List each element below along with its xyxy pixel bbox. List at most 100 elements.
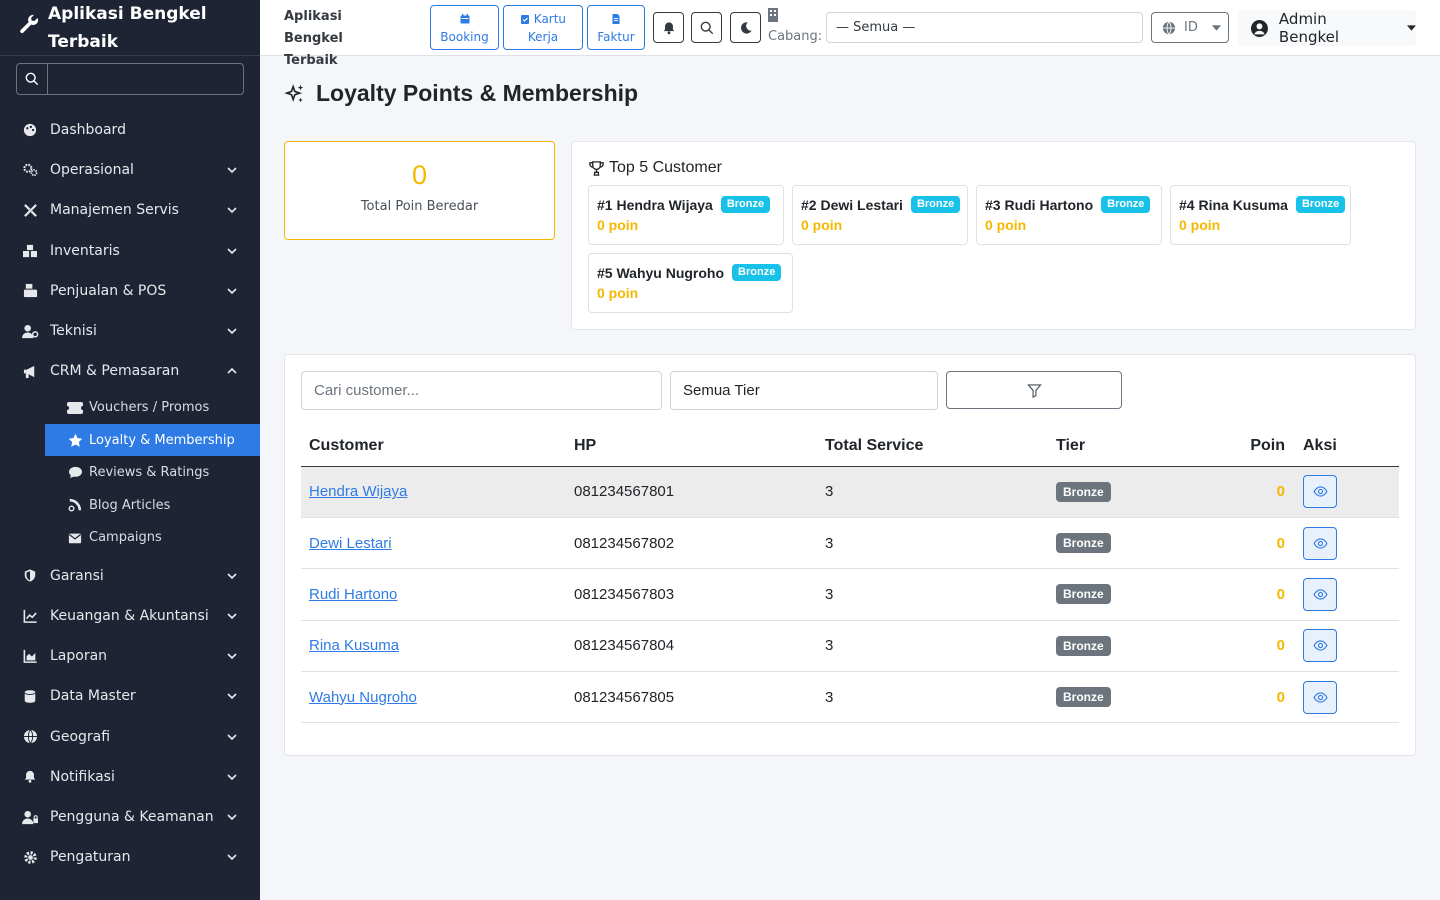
cell-poin: 0 [1168, 517, 1295, 570]
top-customer-points: 0 poin [597, 217, 639, 233]
top-customer-name: #1 Hendra Wijaya [597, 196, 713, 213]
sidebar-item-operasional[interactable]: Operasional [0, 150, 260, 190]
cabang-label: Cabang: [768, 8, 822, 46]
sidebar-subitem-reviews-ratings[interactable]: Reviews & Ratings [0, 456, 260, 489]
sidebar-item-manajemen-servis[interactable]: Manajemen Servis [0, 190, 260, 230]
sidebar-subitem-loyalty-membership[interactable]: Loyalty & Membership [45, 423, 260, 457]
kartu-kerja-button[interactable]: Kartu Kerja [503, 5, 583, 50]
eye-icon [1312, 640, 1328, 651]
chevron-down-icon [226, 570, 238, 582]
cabang-select[interactable]: — Semua — [826, 12, 1143, 43]
customer-link[interactable]: Dewi Lestari [309, 535, 392, 552]
sidebar-item-label: Operasional [50, 162, 134, 179]
search-button[interactable] [691, 12, 722, 43]
sidebar-brand[interactable]: Aplikasi Bengkel Terbaik [0, 0, 260, 56]
sidebar-item-teknisi[interactable]: Teknisi [0, 311, 260, 351]
sidebar-item-label: CRM & Pemasaran [50, 363, 180, 380]
customer-link[interactable]: Rina Kusuma [309, 637, 399, 654]
sidebar-item-garansi[interactable]: Garansi [0, 556, 260, 596]
chevron-up-icon [226, 365, 238, 377]
cell-hp: 081234567804 [566, 620, 817, 673]
tier-pill: Bronze [1056, 533, 1111, 554]
sidebar-item-penjualan-pos[interactable]: Penjualan & POS [0, 271, 260, 311]
customer-link[interactable]: Hendra Wijaya [309, 483, 407, 500]
tier-badge: Bronze [910, 196, 961, 213]
top-customer-card: #3 Rudi Hartono Bronze 0 poin [976, 185, 1162, 245]
palette-icon [21, 121, 39, 139]
view-button[interactable] [1303, 475, 1337, 509]
chart-line-icon [21, 607, 39, 625]
cell-customer: Hendra Wijaya [301, 466, 566, 518]
sidebar-item-geografi[interactable]: Geografi [0, 717, 260, 757]
kartu-kerja-label-1: Kartu [533, 12, 567, 26]
dark-mode-button[interactable] [730, 12, 761, 43]
notification-button[interactable] [653, 12, 684, 43]
top-customer-name: #3 Rudi Hartono [985, 196, 1094, 213]
sidebar-item-label: Dashboard [50, 122, 126, 139]
top-customer-name-row: #2 Dewi Lestari Bronze [801, 196, 961, 213]
user-menu-button[interactable]: Admin Bengkel [1238, 10, 1416, 46]
customer-search-input[interactable]: Cari customer... [301, 371, 662, 410]
cell-customer: Rudi Hartono [301, 568, 566, 621]
filter-button[interactable] [946, 371, 1122, 409]
table-row: Rudi Hartono 081234567803 3 Bronze 0 [301, 568, 1399, 621]
top-customer-points: 0 poin [597, 285, 639, 301]
sidebar-item-data-master[interactable]: Data Master [0, 676, 260, 716]
chevron-down-icon [226, 731, 238, 743]
sidebar-item-notifikasi[interactable]: Notifikasi [0, 757, 260, 797]
chevron-down-icon [226, 851, 238, 863]
topbar-brand[interactable]: Aplikasi Bengkel Terbaik [284, 6, 404, 72]
search-icon[interactable] [17, 64, 48, 94]
sidebar-item-crm-pemasaran[interactable]: CRM & Pemasaran [0, 351, 260, 391]
sidebar-search-input[interactable] [48, 64, 243, 94]
booking-button[interactable]: Booking [430, 5, 499, 50]
table-row: Dewi Lestari 081234567802 3 Bronze 0 [301, 517, 1399, 570]
top-customer-points: 0 poin [1179, 217, 1221, 233]
tools-icon [21, 201, 39, 219]
user-lock-icon [21, 808, 39, 826]
sidebar-subitem-vouchers-promos[interactable]: Vouchers / Promos [0, 391, 260, 424]
sidebar-subitem-blog-articles[interactable]: Blog Articles [0, 489, 260, 522]
chart-area-icon [21, 647, 39, 665]
customer-link[interactable]: Rudi Hartono [309, 586, 397, 603]
sidebar-subitem-label: Blog Articles [89, 497, 171, 513]
table-row: Hendra Wijaya 081234567801 3 Bronze 0 [301, 466, 1399, 518]
tier-badge: Bronze [1295, 196, 1346, 213]
view-button[interactable] [1303, 680, 1337, 714]
language-value: ID [1184, 20, 1198, 35]
customer-table-card: Cari customer... Semua Tier Customer HP … [284, 354, 1416, 756]
sidebar-item-inventaris[interactable]: Inventaris [0, 231, 260, 271]
sidebar-subitem-campaigns[interactable]: Campaigns [0, 521, 260, 554]
view-button[interactable] [1303, 629, 1337, 663]
col-hp: HP [566, 426, 817, 467]
tier-filter-select[interactable]: Semua Tier [670, 371, 938, 410]
cell-customer: Rina Kusuma [301, 620, 566, 673]
eye-icon [1312, 589, 1328, 600]
sidebar-item-laporan[interactable]: Laporan [0, 636, 260, 676]
customer-link[interactable]: Wahyu Nugroho [309, 689, 417, 706]
envelope-icon [67, 531, 83, 545]
sidebar-item-label: Keuangan & Akuntansi [50, 608, 209, 625]
top-customer-name-row: #1 Hendra Wijaya Bronze [597, 196, 775, 213]
calendar-icon [460, 14, 469, 24]
language-select[interactable]: ID [1151, 12, 1229, 43]
view-button[interactable] [1303, 577, 1337, 611]
eye-icon [1312, 537, 1328, 549]
total-points-card: 0 Total Poin Beredar [284, 141, 555, 240]
booking-label: Booking [440, 30, 489, 44]
view-button[interactable] [1303, 526, 1337, 560]
tier-pill: Bronze [1056, 687, 1111, 708]
sidebar-subitem-label: Reviews & Ratings [89, 465, 210, 481]
top-customer-name-row: #5 Wahyu Nugroho Bronze [597, 264, 784, 281]
faktur-button[interactable]: Faktur [587, 5, 645, 50]
sidebar-item-label: Teknisi [50, 323, 97, 340]
cell-tier: Bronze [1048, 466, 1168, 518]
sidebar-item-pengguna-keamanan[interactable]: Pengguna & Keamanan [0, 797, 260, 837]
sidebar-item-keuangan-akuntansi[interactable]: Keuangan & Akuntansi [0, 596, 260, 636]
sidebar-item-label: Inventaris [50, 242, 120, 259]
col-poin: Poin [1168, 426, 1295, 467]
cell-hp: 081234567801 [566, 466, 817, 518]
sidebar-item-pengaturan[interactable]: Pengaturan [0, 837, 260, 877]
sidebar-item-dashboard[interactable]: Dashboard [0, 110, 260, 150]
comment-icon [67, 466, 83, 480]
